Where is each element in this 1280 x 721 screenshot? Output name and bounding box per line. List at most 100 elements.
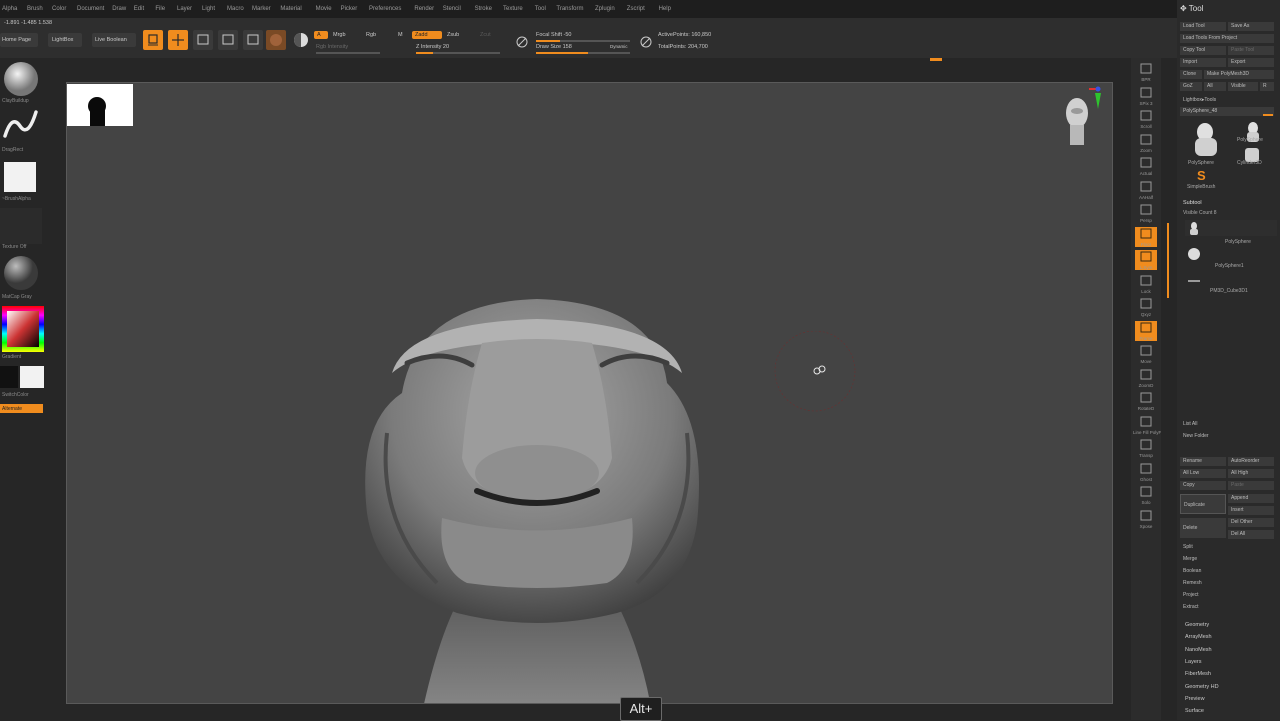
texture-thumbnail[interactable] <box>0 208 42 244</box>
rgb-toggle[interactable]: Rgb <box>366 32 376 38</box>
goz-button[interactable]: GoZ <box>1180 82 1202 91</box>
all-high-button[interactable]: All High <box>1228 469 1274 478</box>
material-thumbnail[interactable] <box>2 254 40 292</box>
menu-macro[interactable]: Macro <box>227 6 244 12</box>
list-all-button[interactable]: List All <box>1180 420 1226 429</box>
focal-shift-slider[interactable]: Focal Shift -50 <box>536 32 571 38</box>
visible-count-slider[interactable]: Visible Count 8 <box>1183 210 1217 216</box>
lightbox-tools-button[interactable]: Lightbox▸Tools <box>1180 96 1274 105</box>
load-tool-button[interactable]: Load Tool <box>1180 22 1226 31</box>
secondary-color-swatch[interactable] <box>0 366 18 388</box>
del-all-button[interactable]: Del All <box>1228 530 1274 539</box>
save-as-button[interactable]: Save As <box>1228 22 1274 31</box>
auto-reorder-button[interactable]: AutoReorder <box>1228 457 1274 466</box>
stroke-thumbnail[interactable] <box>2 108 40 144</box>
menu-movie[interactable]: Movie <box>316 6 332 12</box>
menu-fibermesh[interactable]: FiberMesh <box>1185 671 1211 677</box>
remesh-menu[interactable]: Remesh <box>1180 579 1274 588</box>
menu-edit[interactable]: Edit <box>134 6 144 12</box>
menu-tool[interactable]: Tool <box>535 6 546 12</box>
insert-button[interactable]: Insert <box>1228 506 1274 515</box>
del-other-button[interactable]: Del Other <box>1228 518 1274 527</box>
subtool-row-3[interactable]: PM3D_Cube3D1 <box>1185 272 1277 294</box>
menu-transform[interactable]: Transform <box>556 6 583 12</box>
zcut-toggle[interactable]: Zcut <box>480 32 491 38</box>
menu-geometry-hd[interactable]: Geometry HD <box>1185 684 1219 690</box>
project-menu[interactable]: Project <box>1180 591 1274 600</box>
canvas-viewport[interactable] <box>66 82 1113 704</box>
goz-visible-button[interactable]: Visible <box>1228 82 1258 91</box>
goz-r-button[interactable]: R <box>1260 82 1274 91</box>
main-color-swatch[interactable] <box>20 366 44 388</box>
menu-picker[interactable]: Picker <box>341 6 358 12</box>
all-low-button[interactable]: All Low <box>1180 469 1226 478</box>
tool-thumbnail-polysphere[interactable] <box>1185 120 1225 160</box>
scale-mode-button[interactable] <box>218 30 238 50</box>
merge-menu[interactable]: Merge <box>1180 555 1274 564</box>
subtool-row-2[interactable]: PolySphere1 <box>1185 246 1277 269</box>
menu-material[interactable]: Material <box>280 6 301 12</box>
lightbox-button[interactable]: LightBox <box>48 33 82 47</box>
menu-marker[interactable]: Marker <box>252 6 271 12</box>
menu-file[interactable]: File <box>155 6 165 12</box>
new-folder-button[interactable]: New Folder <box>1180 432 1226 441</box>
menu-document[interactable]: Document <box>77 6 104 12</box>
points-circle-icon[interactable] <box>638 34 654 50</box>
menu-arraymesh[interactable]: ArrayMesh <box>1185 634 1212 640</box>
boolean-menu[interactable]: Boolean <box>1180 567 1274 576</box>
stroke-sphere-button[interactable] <box>291 30 311 50</box>
menu-color[interactable]: Color <box>52 6 66 12</box>
zadd-toggle[interactable]: Zadd <box>412 31 442 39</box>
menu-preview[interactable]: Preview <box>1185 696 1205 702</box>
orientation-head-icon[interactable] <box>1057 83 1109 153</box>
menu-stroke[interactable]: Stroke <box>475 6 492 12</box>
menu-render[interactable]: Render <box>414 6 434 12</box>
dynamic-toggle[interactable]: Dynamic <box>610 44 628 49</box>
tray-divider[interactable] <box>1161 58 1177 720</box>
live-boolean-button[interactable]: Live Boolean <box>92 33 136 47</box>
brush-thumbnail[interactable] <box>2 60 40 98</box>
menu-stencil[interactable]: Stencil <box>443 6 461 12</box>
menu-texture[interactable]: Texture <box>503 6 523 12</box>
subtool-header[interactable]: Subtool <box>1183 200 1202 206</box>
menu-light[interactable]: Light <box>202 6 215 12</box>
clone-button[interactable]: Clone <box>1180 70 1202 79</box>
menu-preferences[interactable]: Preferences <box>369 6 401 12</box>
subtool-row-1[interactable]: PolySphere <box>1185 220 1277 245</box>
menu-layer[interactable]: Layer <box>177 6 192 12</box>
rename-button[interactable]: Rename <box>1180 457 1226 466</box>
make-polymesh-button[interactable]: Make PolyMesh3D <box>1204 70 1274 79</box>
edit-mode-button[interactable] <box>143 30 163 50</box>
menu-help[interactable]: Help <box>659 6 671 12</box>
delete-button[interactable]: Delete <box>1180 518 1226 538</box>
extract-menu[interactable]: Extract <box>1180 603 1274 612</box>
alpha-thumbnail[interactable] <box>4 162 36 192</box>
sculpt-mesh[interactable] <box>347 283 727 704</box>
import-button[interactable]: Import <box>1180 58 1226 67</box>
mrgb-toggle[interactable]: Mrgb <box>333 32 346 38</box>
move-mode-button[interactable] <box>193 30 213 50</box>
menu-surface[interactable]: Surface <box>1185 708 1204 714</box>
rgb-intensity-slider[interactable]: Rgb Intensity <box>316 44 348 50</box>
copy-tool-button[interactable]: Copy Tool <box>1180 46 1226 55</box>
rotate-mode-button[interactable] <box>243 30 263 50</box>
zsub-toggle[interactable]: Zsub <box>447 32 459 38</box>
menu-nanomesh[interactable]: NanoMesh <box>1185 647 1212 653</box>
simple-brush-icon[interactable]: S <box>1197 168 1206 183</box>
current-tool-slider[interactable]: PolySphere_48 <box>1180 107 1274 116</box>
split-menu[interactable]: Split <box>1180 543 1274 552</box>
menu-geometry[interactable]: Geometry <box>1185 622 1209 628</box>
menu-zscript[interactable]: Zscript <box>627 6 645 12</box>
color-picker[interactable] <box>2 306 44 352</box>
alternate-button[interactable]: Alternate <box>0 404 43 413</box>
tool-title[interactable]: ✥ Tool <box>1180 4 1203 13</box>
zoom-circle-icon[interactable] <box>514 34 530 50</box>
paste-button[interactable]: Paste <box>1228 481 1274 490</box>
menu-draw[interactable]: Draw <box>112 6 126 12</box>
menu-brush[interactable]: Brush <box>27 6 43 12</box>
menu-layers[interactable]: Layers <box>1185 659 1202 665</box>
menu-alpha[interactable]: Alpha <box>2 6 17 12</box>
z-intensity-slider[interactable]: Z Intensity 20 <box>416 44 449 50</box>
draw-mode-button[interactable] <box>168 30 188 50</box>
paste-tool-button[interactable]: Paste Tool <box>1228 46 1274 55</box>
